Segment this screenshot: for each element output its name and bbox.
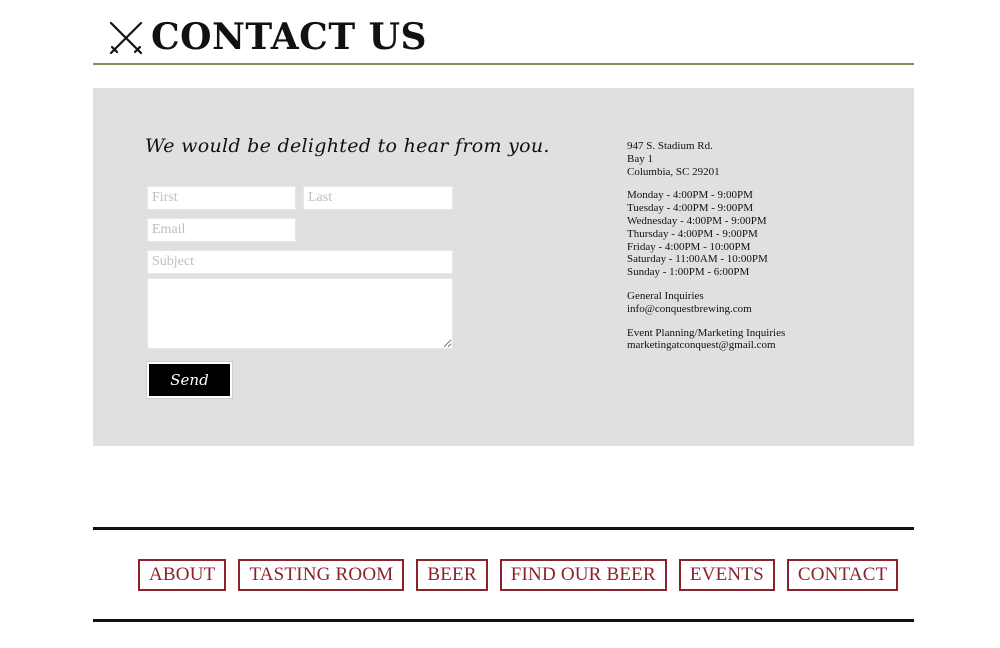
page-title: CONTACT US [151,16,428,58]
address-line: 947 S. Stadium Rd. [627,140,713,152]
form-tagline: We would be delighted to hear from you. [145,135,550,157]
hours-line: Saturday - 11:00AM - 10:00PM [627,253,768,266]
hours-line: Friday - 4:00PM - 10:00PM [627,240,751,253]
event-inquiries-label: Event Planning/Marketing Inquiries [627,326,786,339]
address-block: 947 S. Stadium Rd. Bay 1 Columbia, SC 29… [627,140,887,178]
message-textarea[interactable] [147,278,453,349]
nav-tasting-room[interactable]: TASTING ROOM [238,559,405,591]
subject-input[interactable] [147,250,453,274]
first-name-input[interactable] [147,186,296,210]
contact-info: 947 S. Stadium Rd. Bay 1 Columbia, SC 29… [627,140,887,363]
crossed-swords-icon [109,21,143,55]
email-input[interactable] [147,218,296,242]
address-line: Bay 1 [627,152,653,165]
general-inquiries-block: General Inquiries info@conquestbrewing.c… [627,290,887,316]
hours-block: Monday - 4:00PM - 9:00PM Tuesday - 4:00P… [627,189,887,279]
address-line: Columbia, SC 29201 [627,165,720,178]
last-name-input[interactable] [303,186,453,210]
event-inquiries-email[interactable]: marketingatconquest@gmail.com [627,339,887,352]
event-inquiries-block: Event Planning/Marketing Inquiries marke… [627,327,887,353]
general-inquiries-email[interactable]: info@conquestbrewing.com [627,303,887,316]
hours-line: Sunday - 1:00PM - 6:00PM [627,266,750,279]
nav-find-our-beer[interactable]: FIND OUR BEER [499,559,667,591]
footer-nav: ABOUT TASTING ROOM BEER FIND OUR BEER EV… [138,559,899,591]
hours-line: Thursday - 4:00PM - 9:00PM [627,227,758,240]
nav-about[interactable]: ABOUT [138,559,227,591]
page-header: CONTACT US [93,0,914,65]
contact-panel: We would be delighted to hear from you. … [93,88,914,446]
hours-line: Monday - 4:00PM - 9:00PM [627,189,753,202]
general-inquiries-label: General Inquiries [627,289,704,302]
nav-beer[interactable]: BEER [416,559,488,591]
hours-line: Tuesday - 4:00PM - 9:00PM [627,202,754,215]
send-button[interactable]: Send [146,361,233,399]
nav-events[interactable]: EVENTS [678,559,775,591]
nav-contact[interactable]: CONTACT [786,559,899,591]
footer-divider-top [93,527,914,530]
footer-divider-bottom [93,619,914,622]
hours-line: Wednesday - 4:00PM - 9:00PM [627,214,767,227]
